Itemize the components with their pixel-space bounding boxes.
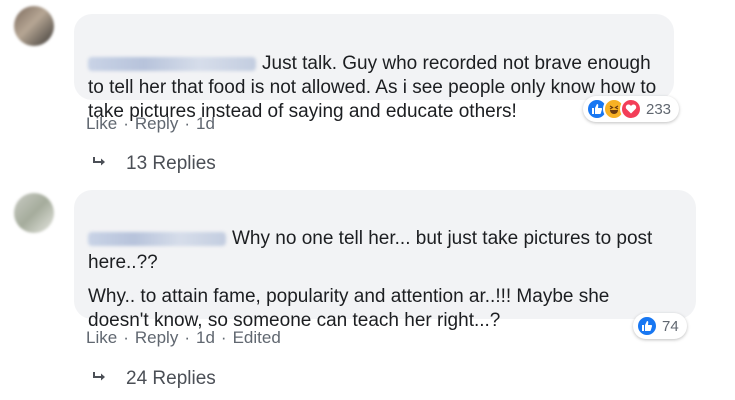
edited-label[interactable]: Edited bbox=[233, 328, 281, 347]
comment-actions: Like · Reply · 1d bbox=[86, 114, 215, 134]
separator-dot: · bbox=[220, 328, 227, 347]
avatar[interactable] bbox=[14, 6, 54, 46]
comment-text: Just talk. Guy who recorded not brave en… bbox=[88, 28, 660, 124]
comment-text: Why no one tell her... but just take pic… bbox=[88, 203, 682, 275]
view-replies[interactable]: 13 Replies bbox=[92, 153, 216, 175]
separator-dot: · bbox=[123, 328, 129, 347]
comment-bubble: Why no one tell her... but just take pic… bbox=[74, 190, 696, 331]
comment-body-paragraph-2: Why.. to attain fame, popularity and att… bbox=[88, 286, 610, 331]
reply-link[interactable]: Reply bbox=[135, 114, 178, 133]
timestamp[interactable]: 1d bbox=[196, 328, 215, 347]
reaction-summary[interactable]: 233 bbox=[583, 96, 680, 122]
commenter-name-redacted[interactable] bbox=[88, 231, 226, 246]
comment-bubble: Just talk. Guy who recorded not brave en… bbox=[74, 14, 674, 122]
timestamp[interactable]: 1d bbox=[196, 114, 215, 133]
love-icon bbox=[620, 98, 642, 120]
avatar[interactable] bbox=[14, 193, 54, 233]
like-link[interactable]: Like bbox=[86, 114, 117, 133]
reply-arrow-icon bbox=[92, 370, 108, 389]
comment-actions: Like · Reply · 1d · Edited bbox=[86, 328, 281, 348]
replies-count-label[interactable]: 13 Replies bbox=[126, 153, 216, 175]
commenter-name-redacted[interactable] bbox=[88, 56, 256, 71]
view-replies[interactable]: 24 Replies bbox=[92, 368, 216, 390]
separator-dot: · bbox=[123, 114, 129, 133]
reply-link[interactable]: Reply bbox=[135, 328, 178, 347]
separator-dot: · bbox=[184, 328, 190, 347]
reply-arrow-icon bbox=[92, 155, 108, 174]
reaction-count: 74 bbox=[662, 317, 679, 335]
like-link[interactable]: Like bbox=[86, 328, 117, 347]
replies-count-label[interactable]: 24 Replies bbox=[126, 368, 216, 390]
reaction-count: 233 bbox=[646, 100, 672, 118]
like-icon bbox=[636, 315, 658, 337]
separator-dot: · bbox=[184, 114, 190, 133]
reaction-summary[interactable]: 74 bbox=[633, 313, 687, 339]
